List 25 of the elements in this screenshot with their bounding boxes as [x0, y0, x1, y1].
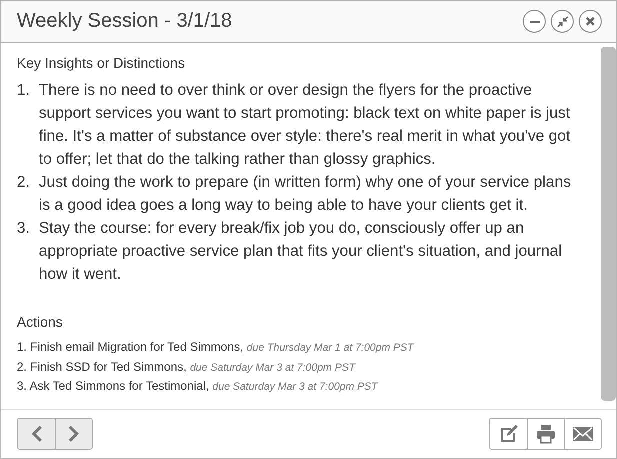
- window-title: Weekly Session - 3/1/18: [17, 10, 234, 33]
- action-item: 3. Ask Ted Simmons for Testimonial, due Saturday Mar 3 at 7:00pm PST: [17, 378, 380, 395]
- close-button[interactable]: [579, 10, 602, 33]
- list-number: 1.: [17, 81, 32, 101]
- insight-text: There is no need to over think or over design the flyers for the proactive support services you want to start promoting: black text on white paper is just fine. It's a matter of substance over style: there's real merit in what you've got to offer; let that do the talking rather than glossy graphics.: [39, 81, 572, 170]
- action-item: 2. Finish SSD for Ted Simmons, due Saturday Mar 3 at 7:00pm PST: [17, 358, 357, 376]
- next-button[interactable]: [55, 419, 92, 449]
- insight-text: Stay the course: for every break/fix job you do, consciously offer up an appropriate proactive service plan that fits your client's situation, and journal how it went.: [39, 219, 564, 285]
- close-icon: [585, 16, 596, 27]
- list-number: 3.: [17, 219, 32, 239]
- edit-icon: [498, 424, 518, 444]
- shrink-arrows-icon: [556, 16, 568, 28]
- chevron-right-icon: [68, 425, 80, 443]
- section-heading: Key Insights or Distinctions: [17, 55, 186, 71]
- list-number: 2.: [17, 173, 32, 193]
- collapse-button[interactable]: [551, 10, 574, 33]
- section-heading: Actions: [17, 314, 64, 330]
- action-item: 1. Finish email Migration for Ted Simmons, due Thursday Mar 1 at 7:00pm PST: [17, 339, 416, 356]
- chevron-left-icon: [30, 425, 42, 443]
- insight-text: Just doing the work to prepare (in written form) why one of your service plans is a good idea goes a long way to being able to have your clients get it.: [39, 173, 572, 216]
- email-button[interactable]: [564, 419, 601, 449]
- envelope-icon: [572, 426, 594, 442]
- printer-icon: [536, 424, 556, 444]
- previous-button[interactable]: [18, 419, 55, 449]
- minimize-button[interactable]: [523, 10, 546, 33]
